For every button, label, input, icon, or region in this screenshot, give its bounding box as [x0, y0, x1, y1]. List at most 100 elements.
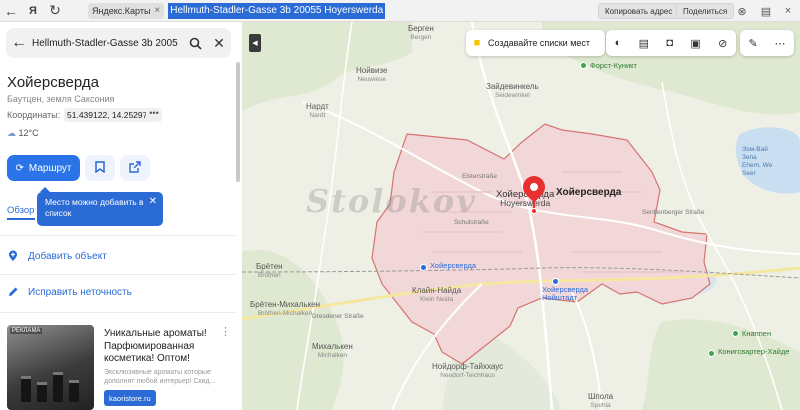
tab-overview[interactable]: Обзор — [7, 205, 34, 216]
share-place-button[interactable] — [120, 155, 150, 181]
map-label-bergen: Берген Bergen — [408, 24, 434, 41]
temperature: 12°C — [18, 128, 39, 138]
station-icon[interactable] — [552, 278, 559, 285]
street-label: Schulstraße — [454, 219, 489, 226]
search-input[interactable]: Hellmuth-Stadler-Gasse 3b 2005 — [32, 38, 183, 49]
tooltip-text: Место можно добавить в список — [45, 197, 144, 218]
poi-label: Форст-Куникт — [590, 61, 637, 70]
bookmark-tooltip: Место можно добавить в список ✕ — [37, 192, 163, 226]
map-label-michalken: Михалькен Michalken — [312, 342, 353, 359]
add-object-label: Добавить объект — [28, 250, 107, 262]
street-label: Elsterstraße — [462, 173, 498, 180]
search-box: ← Hellmuth-Stadler-Gasse 3b 2005 ✕ — [6, 28, 231, 58]
map-label-neudorf-teichhaus: Нойдорф-Тайххаус Neudorf-Teichhaus — [432, 362, 504, 379]
poi-label: Конигсвартер-Хайде — [718, 347, 790, 356]
place-title: Хойерсверда — [7, 74, 99, 91]
create-list-label: Создавайте списки мест — [488, 38, 591, 48]
poi-icon[interactable] — [732, 330, 739, 337]
poi-label: Кнаппен — [742, 329, 772, 338]
coordinates-more-button[interactable]: ••• — [146, 108, 162, 122]
ad-more-icon[interactable]: ⋮ — [220, 325, 231, 338]
pin-point — [531, 208, 537, 214]
back-arrow-icon[interactable]: ← — [6, 34, 32, 52]
create-list-button[interactable]: ■ Создавайте списки мест — [466, 30, 605, 56]
ad-link-button[interactable]: kaoristore.ru — [104, 390, 156, 406]
ad-tag: РЕКЛАМА — [10, 328, 43, 334]
ad-image[interactable]: РЕКЛАМА — [7, 325, 94, 410]
back-arrow-icon[interactable]: ← — [0, 0, 22, 22]
camera-icon[interactable]: ◘ — [666, 37, 673, 49]
map-label-spohla: Шпола Spohla — [588, 392, 614, 409]
map-label-broethen-michalken: Брётен-Михалькен Bröthen-Michalken — [250, 300, 321, 317]
pencil-icon — [7, 286, 19, 298]
fix-inaccuracy-button[interactable]: Исправить неточность — [7, 286, 132, 298]
close-icon[interactable]: × — [780, 3, 796, 19]
bookmark-icon — [95, 160, 105, 176]
tooltip-close-icon[interactable]: ✕ — [149, 196, 157, 207]
map-label-neuwiese: Нойвизе Neuwiese — [356, 66, 388, 83]
route-button[interactable]: ⟳ Маршрут — [7, 155, 80, 181]
reload-icon[interactable]: ↻ — [44, 0, 66, 22]
ad-title[interactable]: Уникальные ароматы! Парфюмированная косм… — [104, 328, 224, 366]
clear-icon[interactable]: ⊗ — [734, 3, 750, 19]
yandex-logo-icon[interactable]: Я — [22, 0, 44, 22]
search-icon[interactable] — [183, 31, 207, 55]
map-tools-toolbar: ✎ ⋯ — [740, 30, 794, 56]
perfume-bottle-graphic — [53, 372, 63, 402]
chip-close-icon[interactable]: × — [154, 5, 160, 16]
close-icon[interactable]: ✕ — [207, 31, 231, 55]
divider — [0, 235, 236, 236]
site-chip[interactable]: Яндекс.Карты × — [88, 2, 165, 19]
more-icon[interactable]: ⋯ — [775, 37, 786, 50]
add-object-button[interactable]: Добавить объект — [7, 250, 107, 262]
browser-toolbar: ← Я ↻ Яндекс.Карты × Hellmuth-Stadler-Ga… — [0, 0, 800, 22]
bookmark-button[interactable] — [85, 155, 115, 181]
place-subtitle: Баутцен, земля Саксония — [7, 94, 115, 104]
ruler-icon[interactable]: ✎ — [748, 37, 757, 50]
tab-overview-underline — [7, 218, 35, 220]
place-panel: ← Hellmuth-Stadler-Gasse 3b 2005 ✕ Хойер… — [0, 22, 242, 410]
share-button[interactable]: Поделиться — [676, 3, 735, 19]
street-label: Dresdener Straße — [312, 313, 364, 320]
map-canvas[interactable]: Stolokov Берген Bergen Нойвизе Neuwiese За… — [242, 22, 800, 410]
map-label-nardt: Нардт Nardt — [306, 102, 329, 119]
share-icon — [129, 160, 141, 176]
site-chip-label: Яндекс.Карты — [92, 5, 151, 16]
address-bar[interactable]: Hellmuth-Stadler-Gasse 3b 20055 Hoyerswe… — [168, 2, 386, 19]
panorama-icon[interactable]: ▤ — [639, 37, 649, 50]
coordinates-value[interactable]: 51.439122, 14.252976 — [64, 108, 156, 122]
perfume-bottle-graphic — [69, 380, 79, 402]
selected-city-label: Хойерсверда — [556, 187, 622, 198]
translate-icon[interactable]: ▤ — [758, 3, 774, 19]
watermark: Stolokov — [306, 182, 477, 220]
ad-description: Эксклюзивные ароматы которые дополнят лю… — [104, 369, 216, 385]
poi-icon[interactable] — [580, 62, 587, 69]
bookmark-icon: ■ — [473, 37, 481, 49]
weather: ☁ 12°C — [7, 128, 39, 139]
route-button-label: Маршрут — [28, 162, 72, 174]
map-label-seidewinkel: Зайдевинкель Seidewinkel — [486, 82, 539, 99]
divider — [0, 274, 236, 275]
map-label-klein-neida: Клайн-Найда Klein Neida — [412, 286, 462, 303]
map-layers-toolbar: ◐ ▤ ◘ ▣ ⊘ — [606, 30, 736, 56]
station-icon[interactable] — [420, 264, 427, 271]
cloud-icon: ☁ — [7, 128, 16, 138]
lake-label: Эзм-Вай Зепа Ehem. We Seer — [742, 146, 773, 177]
collapse-panel-button[interactable]: ◀ — [249, 34, 261, 52]
street-label: Senftenberger Straße — [642, 209, 705, 216]
panel-scrollbar[interactable] — [236, 62, 240, 182]
copy-address-button[interactable]: Копировать адрес — [598, 3, 680, 19]
station-label: Хойерсверда Нойштадт — [542, 285, 588, 302]
add-place-icon — [7, 250, 19, 262]
station-label: Хойерсверда — [430, 261, 476, 270]
bike-icon[interactable]: ⊘ — [718, 37, 727, 50]
perfume-bottle-graphic — [21, 376, 31, 402]
route-icon: ⟳ — [15, 162, 24, 174]
coordinates-label: Координаты: — [7, 110, 61, 120]
fix-inaccuracy-label: Исправить неточность — [28, 286, 132, 298]
layers-icon[interactable]: ◐ — [615, 37, 622, 49]
transit-icon[interactable]: ▣ — [690, 37, 700, 50]
divider — [0, 312, 236, 313]
perfume-bottle-graphic — [37, 382, 47, 402]
poi-icon[interactable] — [708, 350, 715, 357]
